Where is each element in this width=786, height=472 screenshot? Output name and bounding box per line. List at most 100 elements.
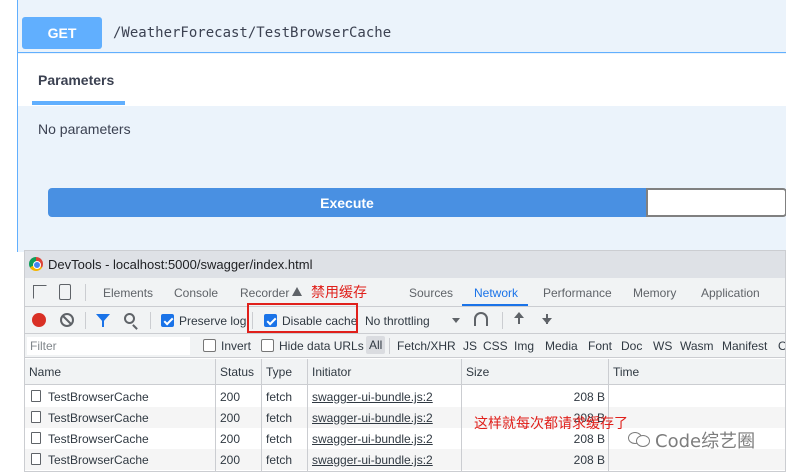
divider	[85, 312, 86, 329]
tab-elements[interactable]: Elements	[103, 286, 153, 300]
column-time[interactable]: Time	[613, 365, 639, 379]
tab-performance[interactable]: Performance	[543, 286, 612, 300]
type-filter-media[interactable]: Media	[545, 339, 578, 353]
search-icon[interactable]	[124, 313, 135, 324]
tab-recorder[interactable]: Recorder	[240, 286, 289, 300]
cell-initiator[interactable]: swagger-ui-bundle.js:2	[312, 432, 433, 446]
network-toolbar: Preserve log Disable cache No throttling	[25, 307, 785, 334]
devtools-titlebar: DevTools - localhost:5000/swagger/index.…	[25, 251, 785, 278]
annotation-every-request: 这样就每次都请求缓存了	[474, 416, 628, 432]
window-title: DevTools - localhost:5000/swagger/index.…	[48, 257, 313, 272]
network-conditions-icon[interactable]	[474, 312, 488, 326]
export-har-icon[interactable]	[542, 312, 552, 326]
network-filterbar: Invert Hide data URLs All Fetch/XHR JS C…	[25, 334, 785, 358]
column-divider[interactable]	[261, 359, 262, 471]
cell-initiator[interactable]: swagger-ui-bundle.js:2	[312, 411, 433, 425]
record-icon[interactable]	[32, 313, 46, 327]
cell-type: fetch	[266, 390, 293, 404]
document-icon	[31, 432, 41, 444]
cell-size: 208 B	[573, 432, 605, 446]
type-filter-other[interactable]: O	[778, 339, 785, 353]
cell-name: TestBrowserCache	[48, 411, 149, 425]
cell-status: 200	[220, 411, 241, 425]
type-filter-js[interactable]: JS	[463, 339, 477, 353]
cell-status: 200	[220, 390, 241, 404]
invert-label: Invert	[221, 339, 252, 353]
cell-size: 208 B	[573, 390, 605, 404]
type-filter-fetch-xhr[interactable]: Fetch/XHR	[397, 339, 456, 353]
wechat-icon	[628, 430, 650, 447]
column-size[interactable]: Size	[466, 365, 489, 379]
cell-type: fetch	[266, 411, 293, 425]
throttling-select[interactable]: No throttling	[365, 314, 430, 328]
divider	[502, 312, 503, 329]
type-filter-wasm[interactable]: Wasm	[680, 339, 714, 353]
document-icon	[31, 411, 41, 423]
tab-memory[interactable]: Memory	[633, 286, 676, 300]
clear-log-icon[interactable]	[60, 313, 74, 327]
type-filter-manifest[interactable]: Manifest	[722, 339, 767, 353]
execute-button[interactable]: Execute	[48, 188, 646, 217]
type-filter-css[interactable]: CSS	[483, 339, 508, 353]
column-type[interactable]: Type	[266, 365, 292, 379]
device-toolbar-icon[interactable]	[59, 284, 71, 300]
tab-sources[interactable]: Sources	[409, 286, 453, 300]
tab-underline	[32, 101, 125, 105]
column-divider[interactable]	[215, 359, 216, 471]
highlight-box	[247, 303, 358, 333]
cell-status: 200	[220, 432, 241, 446]
filter-input[interactable]	[27, 337, 190, 355]
cell-size: 208 B	[573, 453, 605, 467]
type-filter-doc[interactable]: Doc	[621, 339, 642, 353]
operation-summary[interactable]: GET /WeatherForecast/TestBrowserCache	[18, 10, 786, 53]
annotation-disable-cache: 禁用缓存	[311, 285, 367, 301]
chrome-icon	[29, 257, 43, 271]
tab-application[interactable]: Application	[701, 286, 760, 300]
clear-button[interactable]	[646, 188, 786, 217]
tab-console[interactable]: Console	[174, 286, 218, 300]
column-name[interactable]: Name	[29, 365, 61, 379]
parameters-header: Parameters	[18, 54, 786, 106]
cell-initiator[interactable]: swagger-ui-bundle.js:2	[312, 453, 433, 467]
devtools-tabbar: Elements Console Recorder Sources Networ…	[25, 278, 785, 307]
divider	[389, 338, 390, 354]
preserve-log-checkbox[interactable]	[161, 314, 174, 327]
document-icon	[31, 390, 41, 402]
filter-icon[interactable]	[96, 314, 110, 327]
table-row[interactable]: TestBrowserCache 200 fetch swagger-ui-bu…	[25, 407, 785, 428]
import-har-icon[interactable]	[514, 312, 524, 326]
preserve-log-label: Preserve log	[179, 314, 247, 328]
column-divider[interactable]	[461, 359, 462, 471]
type-filter-ws[interactable]: WS	[653, 339, 672, 353]
column-initiator[interactable]: Initiator	[312, 365, 351, 379]
tab-network[interactable]: Network	[474, 286, 518, 300]
type-filter-img[interactable]: Img	[514, 339, 534, 353]
watermark: Code综艺圈	[655, 431, 756, 452]
flask-icon	[292, 287, 302, 296]
swagger-operation: GET /WeatherForecast/TestBrowserCache Pa…	[17, 0, 786, 252]
cell-type: fetch	[266, 432, 293, 446]
cell-status: 200	[220, 453, 241, 467]
divider	[85, 284, 86, 301]
cell-initiator[interactable]: swagger-ui-bundle.js:2	[312, 390, 433, 404]
hide-data-urls-label: Hide data URLs	[279, 339, 364, 353]
no-parameters-text: No parameters	[38, 121, 131, 137]
cell-name: TestBrowserCache	[48, 453, 149, 467]
type-filter-font[interactable]: Font	[588, 339, 612, 353]
operation-path: /WeatherForecast/TestBrowserCache	[113, 25, 392, 41]
column-status[interactable]: Status	[220, 365, 254, 379]
hide-data-urls-checkbox[interactable]	[261, 339, 274, 352]
type-filter-all[interactable]: All	[366, 336, 386, 354]
active-tab-underline	[462, 304, 528, 306]
cell-name: TestBrowserCache	[48, 432, 149, 446]
inspect-element-icon[interactable]	[33, 285, 47, 299]
chevron-down-icon[interactable]	[452, 318, 460, 323]
method-badge: GET	[22, 17, 102, 49]
column-divider[interactable]	[307, 359, 308, 471]
cell-name: TestBrowserCache	[48, 390, 149, 404]
table-row[interactable]: TestBrowserCache 200 fetch swagger-ui-bu…	[25, 386, 785, 407]
divider	[150, 312, 151, 329]
tab-parameters[interactable]: Parameters	[38, 72, 114, 88]
document-icon	[31, 453, 41, 465]
invert-checkbox[interactable]	[203, 339, 216, 352]
